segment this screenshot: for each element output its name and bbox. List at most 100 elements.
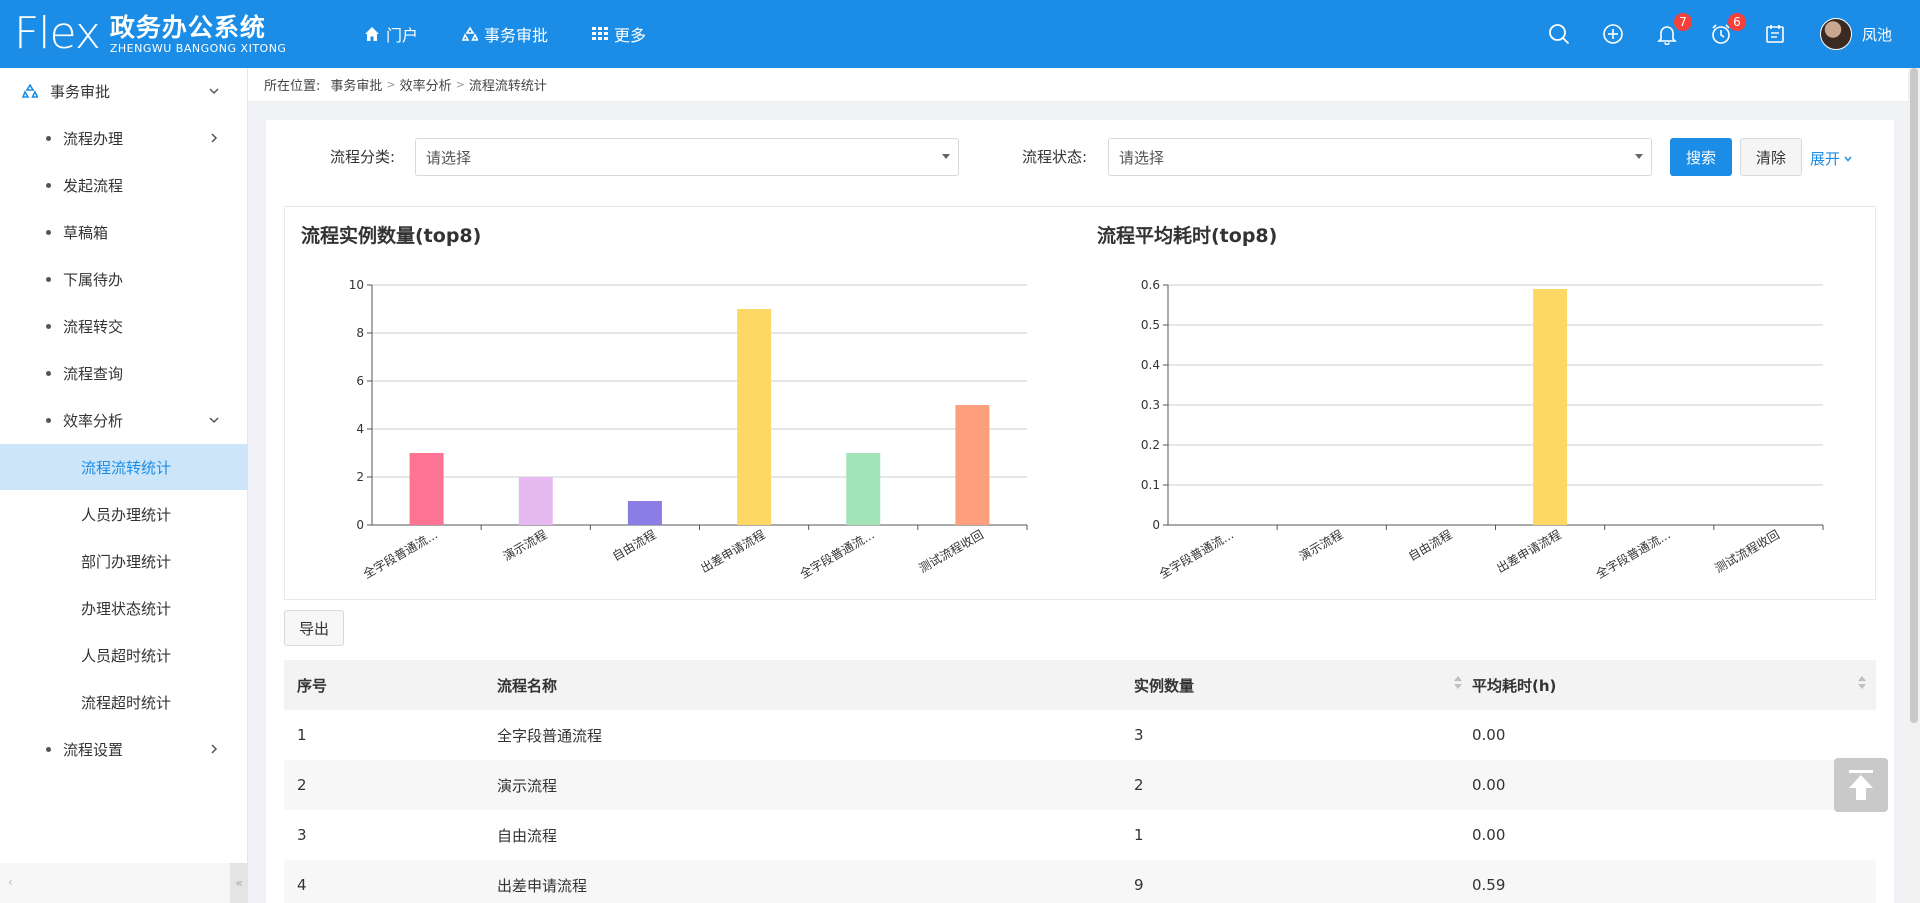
table-cell: 0.59 <box>1472 876 1506 894</box>
sidebar-item-start-process[interactable]: 发起流程 <box>0 162 248 208</box>
username[interactable]: 凤池 <box>1862 24 1892 45</box>
sidebar-subitem-flow-stats[interactable]: 流程流转统计 <box>0 444 248 490</box>
sort-icon[interactable] <box>1454 676 1462 689</box>
x-tick-label: 全字段普通流... <box>360 527 440 582</box>
chevron-right-icon <box>208 741 220 759</box>
search-button[interactable]: 搜索 <box>1670 138 1732 176</box>
page-scrollbar[interactable] <box>1908 68 1920 903</box>
chevron-down-icon <box>1843 154 1853 164</box>
chart-bar[interactable] <box>737 309 772 525</box>
main-nav: 门户 事务审批 更多 <box>364 22 690 46</box>
sidebar-item-subordinate-todo[interactable]: 下属待办 <box>0 256 248 302</box>
sidebar-subitem-person-overtime[interactable]: 人员超时统计 <box>0 632 248 678</box>
recycle-icon <box>22 83 38 99</box>
nav-more-label: 更多 <box>614 26 647 45</box>
duration-bar-chart: 0 0.1 0.2 0.3 0.4 0.5 0.6 全字段普通流... 演示流程 自由流程 出差申请… <box>1141 278 1824 582</box>
column-header-duration[interactable]: 平均耗时(h) <box>1472 660 1876 710</box>
status-select[interactable]: 请选择 <box>1108 138 1652 176</box>
sidebar-subitem-label: 部门办理统计 <box>81 552 172 571</box>
sidebar-item-efficiency-analysis[interactable]: 效率分析 <box>0 397 248 443</box>
chart-bar[interactable] <box>955 405 990 525</box>
table-cell: 自由流程 <box>497 826 558 845</box>
calendar-icon[interactable] <box>1760 19 1790 49</box>
sidebar-subitem-person-stats[interactable]: 人员办理统计 <box>0 491 248 537</box>
y-tick-label: 2 <box>356 470 364 484</box>
sidebar-subitem-process-overtime[interactable]: 流程超时统计 <box>0 679 248 725</box>
y-tick-label: 0 <box>1152 518 1160 532</box>
chart-bar[interactable] <box>1533 289 1568 525</box>
nav-more[interactable]: 更多 <box>592 22 646 46</box>
charts-container: 流程实例数量(top8) 流程平均耗时(top8) 0 2 4 6 8 10 全字段普通流.… <box>284 206 1876 600</box>
sidebar-item-label: 效率分析 <box>63 411 124 430</box>
table-row[interactable]: 3 自由流程 1 0.00 <box>284 810 1876 860</box>
top-header: Flex 政务办公系统 ZHENGWU BANGONG XITONG 门户 事务… <box>0 0 1920 68</box>
y-tick-label: 6 <box>356 374 364 388</box>
chart-bar[interactable] <box>846 453 881 525</box>
alarm-clock-icon[interactable]: 6 <box>1706 13 1746 49</box>
scroll-left-icon[interactable]: ‹ <box>8 875 13 889</box>
export-button[interactable]: 导出 <box>284 610 344 646</box>
expand-link[interactable]: 展开 <box>1810 148 1853 169</box>
x-tick-label: 演示流程 <box>1296 527 1345 564</box>
recycle-icon <box>462 26 479 42</box>
nav-approval-label: 事务审批 <box>484 26 549 45</box>
category-select-value: 请选择 <box>426 148 472 167</box>
nav-home[interactable]: 门户 <box>364 22 418 46</box>
table-row[interactable]: 1 全字段普通流程 3 0.00 <box>284 710 1876 760</box>
notification-bell-icon[interactable]: 7 <box>1652 13 1692 49</box>
collapse-sidebar-button[interactable]: « <box>230 863 248 903</box>
notification-badge: 7 <box>1673 13 1692 31</box>
stats-table: 序号 流程名称 实例数量 平均耗时(h) 1 全字段普通流程 3 0.00 2 演示流程 2… <box>284 660 1876 903</box>
chart-bar[interactable] <box>518 477 553 525</box>
y-tick-label: 0.2 <box>1141 438 1160 452</box>
y-tick-label: 8 <box>356 326 364 340</box>
sidebar-item-process-query[interactable]: 流程查询 <box>0 350 248 396</box>
table-cell: 0.00 <box>1472 726 1506 744</box>
breadcrumb-prefix: 所在位置: <box>264 79 321 94</box>
table-body: 1 全字段普通流程 3 0.00 2 演示流程 2 0.00 3 自由流程 1 0.00 4 出差申请流程… <box>284 710 1876 903</box>
column-header-name: 流程名称 <box>497 676 558 695</box>
nav-approval[interactable]: 事务审批 <box>462 22 548 46</box>
table-row[interactable]: 4 出差申请流程 9 0.59 <box>284 860 1876 903</box>
sidebar-subitem-department-stats[interactable]: 部门办理统计 <box>0 538 248 584</box>
y-tick-label: 0 <box>356 518 364 532</box>
chart-bar[interactable] <box>627 501 662 525</box>
breadcrumb: 所在位置: 事务审批 > 效率分析 > 流程流转统计 <box>248 68 1908 102</box>
chevron-down-icon <box>208 83 220 101</box>
scrollbar-thumb[interactable] <box>1910 68 1918 723</box>
app-logo[interactable]: Flex 政务办公系统 ZHENGWU BANGONG XITONG <box>14 12 314 56</box>
sidebar-root-approval[interactable]: 事务审批 <box>0 68 248 114</box>
sort-icon[interactable] <box>1858 676 1866 689</box>
chevron-right-icon: > <box>386 78 396 91</box>
table-cell: 2 <box>297 776 307 794</box>
column-header-count[interactable]: 实例数量 <box>1134 660 1472 710</box>
category-select[interactable]: 请选择 <box>415 138 959 176</box>
back-to-top-button[interactable] <box>1834 758 1888 812</box>
sidebar-subitem-status-stats[interactable]: 办理状态统计 <box>0 585 248 631</box>
sidebar-item-drafts[interactable]: 草稿箱 <box>0 209 248 255</box>
sidebar-item-process-transfer[interactable]: 流程转交 <box>0 303 248 349</box>
category-filter-label: 流程分类: <box>330 148 396 166</box>
clear-button[interactable]: 清除 <box>1740 138 1802 176</box>
avatar[interactable] <box>1819 18 1852 50</box>
sidebar-item-process-settings[interactable]: 流程设置 <box>0 726 248 772</box>
search-icon[interactable] <box>1544 19 1574 49</box>
breadcrumb-item[interactable]: 事务审批 <box>330 75 382 94</box>
sidebar-item-label: 流程办理 <box>63 129 124 148</box>
chart-bar[interactable] <box>409 453 444 525</box>
column-header-duration-label: 平均耗时(h) <box>1472 676 1557 695</box>
x-tick-label: 测试流程收回 <box>1712 527 1782 576</box>
column-header-count-label: 实例数量 <box>1134 676 1195 695</box>
breadcrumb-item[interactable]: 效率分析 <box>400 75 452 94</box>
x-tick-label: 全字段普通流... <box>1593 527 1673 582</box>
table-cell: 全字段普通流程 <box>497 726 603 745</box>
sidebar-item-process-handling[interactable]: 流程办理 <box>0 115 248 161</box>
table-row[interactable]: 2 演示流程 2 0.00 <box>284 760 1876 810</box>
sidebar: 事务审批 流程办理 发起流程 草稿箱 下属待办 流程转交 流程查询 效率分析 流… <box>0 68 248 903</box>
y-tick-label: 0.3 <box>1141 398 1160 412</box>
y-tick-label: 4 <box>356 422 364 436</box>
add-icon[interactable] <box>1598 19 1628 49</box>
app-subtitle: ZHENGWU BANGONG XITONG <box>109 41 287 55</box>
main-card: 流程分类: 请选择 流程状态: 请选择 搜索 清除 展开 流程实例数量(top8… <box>266 120 1894 903</box>
sidebar-subitem-label: 流程流转统计 <box>81 458 172 477</box>
